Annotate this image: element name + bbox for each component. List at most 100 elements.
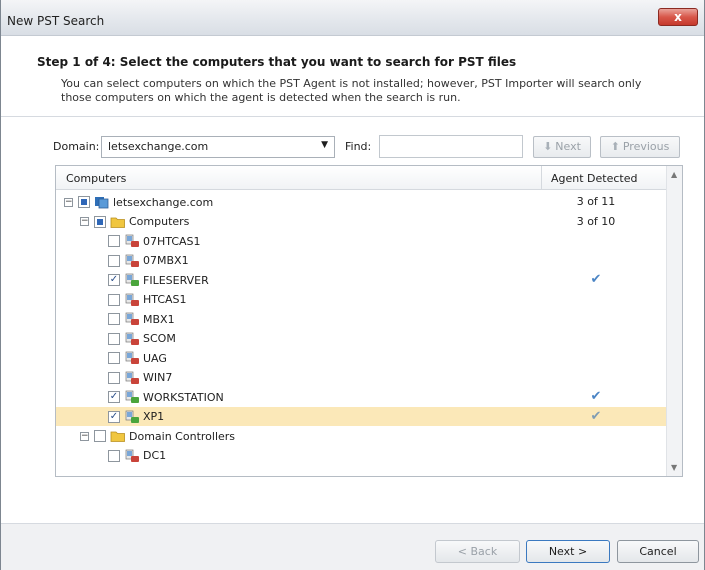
computer-icon — [124, 351, 140, 365]
row-checkbox[interactable] — [108, 235, 120, 247]
step-description: You can select computers on which the PS… — [61, 77, 642, 104]
row-checkbox[interactable] — [108, 449, 120, 462]
collapse-icon[interactable]: − — [80, 217, 89, 226]
back-button[interactable]: < Back — [435, 540, 520, 563]
row-checkbox[interactable]: ✓ — [108, 391, 120, 403]
computer-icon — [124, 332, 140, 346]
row-checkbox[interactable] — [78, 196, 90, 208]
row-checkbox[interactable] — [108, 352, 120, 364]
row-label: 07MBX1 — [143, 254, 189, 267]
find-previous-button[interactable]: ⬆ Previous — [600, 136, 680, 158]
row-label: FILESERVER — [143, 273, 209, 287]
row-checkbox[interactable] — [108, 254, 120, 267]
grid-header: Computers Agent Detected — [56, 166, 667, 190]
column-header-agent-detected[interactable]: Agent Detected — [551, 172, 638, 185]
tree-row-content: − Domain Controllers — [80, 428, 235, 444]
row-checkbox[interactable] — [94, 430, 106, 442]
row-checkbox[interactable]: ✓ — [108, 410, 120, 423]
computer-icon — [124, 410, 140, 424]
find-next-button[interactable]: ⬇ Next — [533, 136, 591, 158]
next-button[interactable]: Next > — [526, 540, 610, 563]
tree-row-content: ✓ XP1 — [108, 409, 164, 425]
row-label: HTCAS1 — [143, 293, 187, 306]
tree-row[interactable]: − Domain Controllers — [56, 426, 667, 446]
grid-rows: − letsexchange.com 3 of 11 − Computers 3 of 1… — [56, 192, 667, 465]
tree-row[interactable]: 07MBX1 — [56, 251, 667, 271]
tree-row-content: ✓ FILESERVER — [108, 272, 209, 288]
folder-icon — [110, 215, 126, 229]
window-title: New PST Search — [7, 14, 105, 28]
new-pst-search-window: New PST Search x Step 1 of 4: Select the… — [0, 0, 705, 570]
find-label: Find: — [345, 140, 372, 153]
row-label: Computers — [129, 215, 190, 228]
row-checkbox[interactable] — [108, 313, 120, 325]
tree-row-content: HTCAS1 — [108, 292, 187, 308]
tree-row[interactable]: ✓ FILESERVER ✔ — [56, 270, 667, 290]
domain-icon — [94, 195, 110, 209]
cancel-button[interactable]: Cancel — [617, 540, 699, 563]
close-button[interactable]: x — [658, 8, 698, 26]
wizard-header: Step 1 of 4: Select the computers that y… — [1, 37, 704, 117]
agent-detected-cell: ✔ — [551, 390, 641, 403]
scroll-down-icon[interactable]: ▼ — [671, 463, 677, 472]
computer-icon — [124, 312, 140, 326]
wizard-content: Domain: letsexchange.com ▼ Find: ⬇ Next ⬆… — [1, 118, 704, 523]
tree-row-content: DC1 — [108, 448, 166, 464]
wizard-footer: < Back Next > Cancel — [1, 523, 704, 570]
tree-row[interactable]: MBX1 — [56, 309, 667, 329]
tree-row[interactable]: ✓ XP1 ✔ — [56, 406, 667, 426]
row-label: SCOM — [143, 332, 176, 345]
computer-icon — [124, 449, 140, 463]
column-header-computers[interactable]: Computers — [66, 172, 126, 185]
tree-row[interactable]: − Computers 3 of 10 — [56, 212, 667, 232]
agent-count: 3 of 11 — [576, 195, 616, 208]
column-divider — [541, 166, 542, 190]
tree-row-content: 07HTCAS1 — [108, 233, 201, 249]
chevron-down-icon: ▼ — [321, 140, 328, 150]
row-label: Domain Controllers — [129, 429, 236, 443]
computers-grid: Computers Agent Detected − letsexchange.c… — [55, 165, 683, 477]
row-checkbox[interactable] — [94, 215, 106, 228]
computer-icon — [124, 390, 140, 404]
tree-row-content: SCOM — [108, 331, 176, 347]
tree-row-content: − Computers — [80, 214, 189, 230]
tree-row-content: ✓ WORKSTATION — [108, 389, 224, 405]
tree-row[interactable]: 07HTCAS1 — [56, 231, 667, 251]
tree-row-content: MBX1 — [108, 311, 175, 327]
row-checkbox[interactable] — [108, 371, 120, 384]
row-label: UAG — [143, 351, 167, 365]
agent-detected-check-icon: ✔ — [590, 272, 602, 287]
domain-value: letsexchange.com — [108, 140, 209, 153]
row-label: letsexchange.com — [113, 195, 214, 209]
agent-detected-cell: ✔ — [551, 410, 641, 423]
computer-icon — [124, 234, 140, 248]
tree-row[interactable]: HTCAS1 — [56, 290, 667, 310]
row-label: WIN7 — [143, 371, 173, 384]
tree-row[interactable]: SCOM — [56, 329, 667, 349]
vertical-scrollbar[interactable]: ▲ ▼ — [666, 166, 682, 476]
row-label: DC1 — [143, 449, 167, 462]
row-label: XP1 — [143, 410, 165, 423]
tree-row[interactable]: − letsexchange.com 3 of 11 — [56, 192, 667, 212]
collapse-icon[interactable]: − — [64, 197, 73, 207]
tree-row[interactable]: UAG — [56, 348, 667, 368]
tree-row[interactable]: WIN7 — [56, 368, 667, 388]
row-label: WORKSTATION — [143, 390, 224, 404]
tree-row-content: UAG — [108, 350, 167, 366]
row-label: 07HTCAS1 — [143, 234, 201, 248]
domain-dropdown[interactable]: letsexchange.com ▼ — [101, 136, 335, 158]
scroll-up-icon[interactable]: ▲ — [671, 170, 677, 179]
collapse-icon[interactable]: − — [80, 431, 89, 441]
agent-detected-check-icon: ✔ — [590, 389, 602, 404]
find-input[interactable] — [379, 135, 523, 158]
agent-detected-cell: ✔ — [551, 273, 641, 286]
computer-icon — [124, 273, 140, 287]
agent-detected-check-icon: ✔ — [590, 408, 602, 424]
row-checkbox[interactable]: ✓ — [108, 274, 120, 286]
row-checkbox[interactable] — [108, 293, 120, 306]
tree-row[interactable]: ✓ WORKSTATION ✔ — [56, 387, 667, 407]
row-label: MBX1 — [143, 312, 175, 326]
tree-row[interactable]: DC1 — [56, 446, 667, 466]
tree-row-content: − letsexchange.com — [64, 194, 213, 210]
row-checkbox[interactable] — [108, 332, 120, 345]
